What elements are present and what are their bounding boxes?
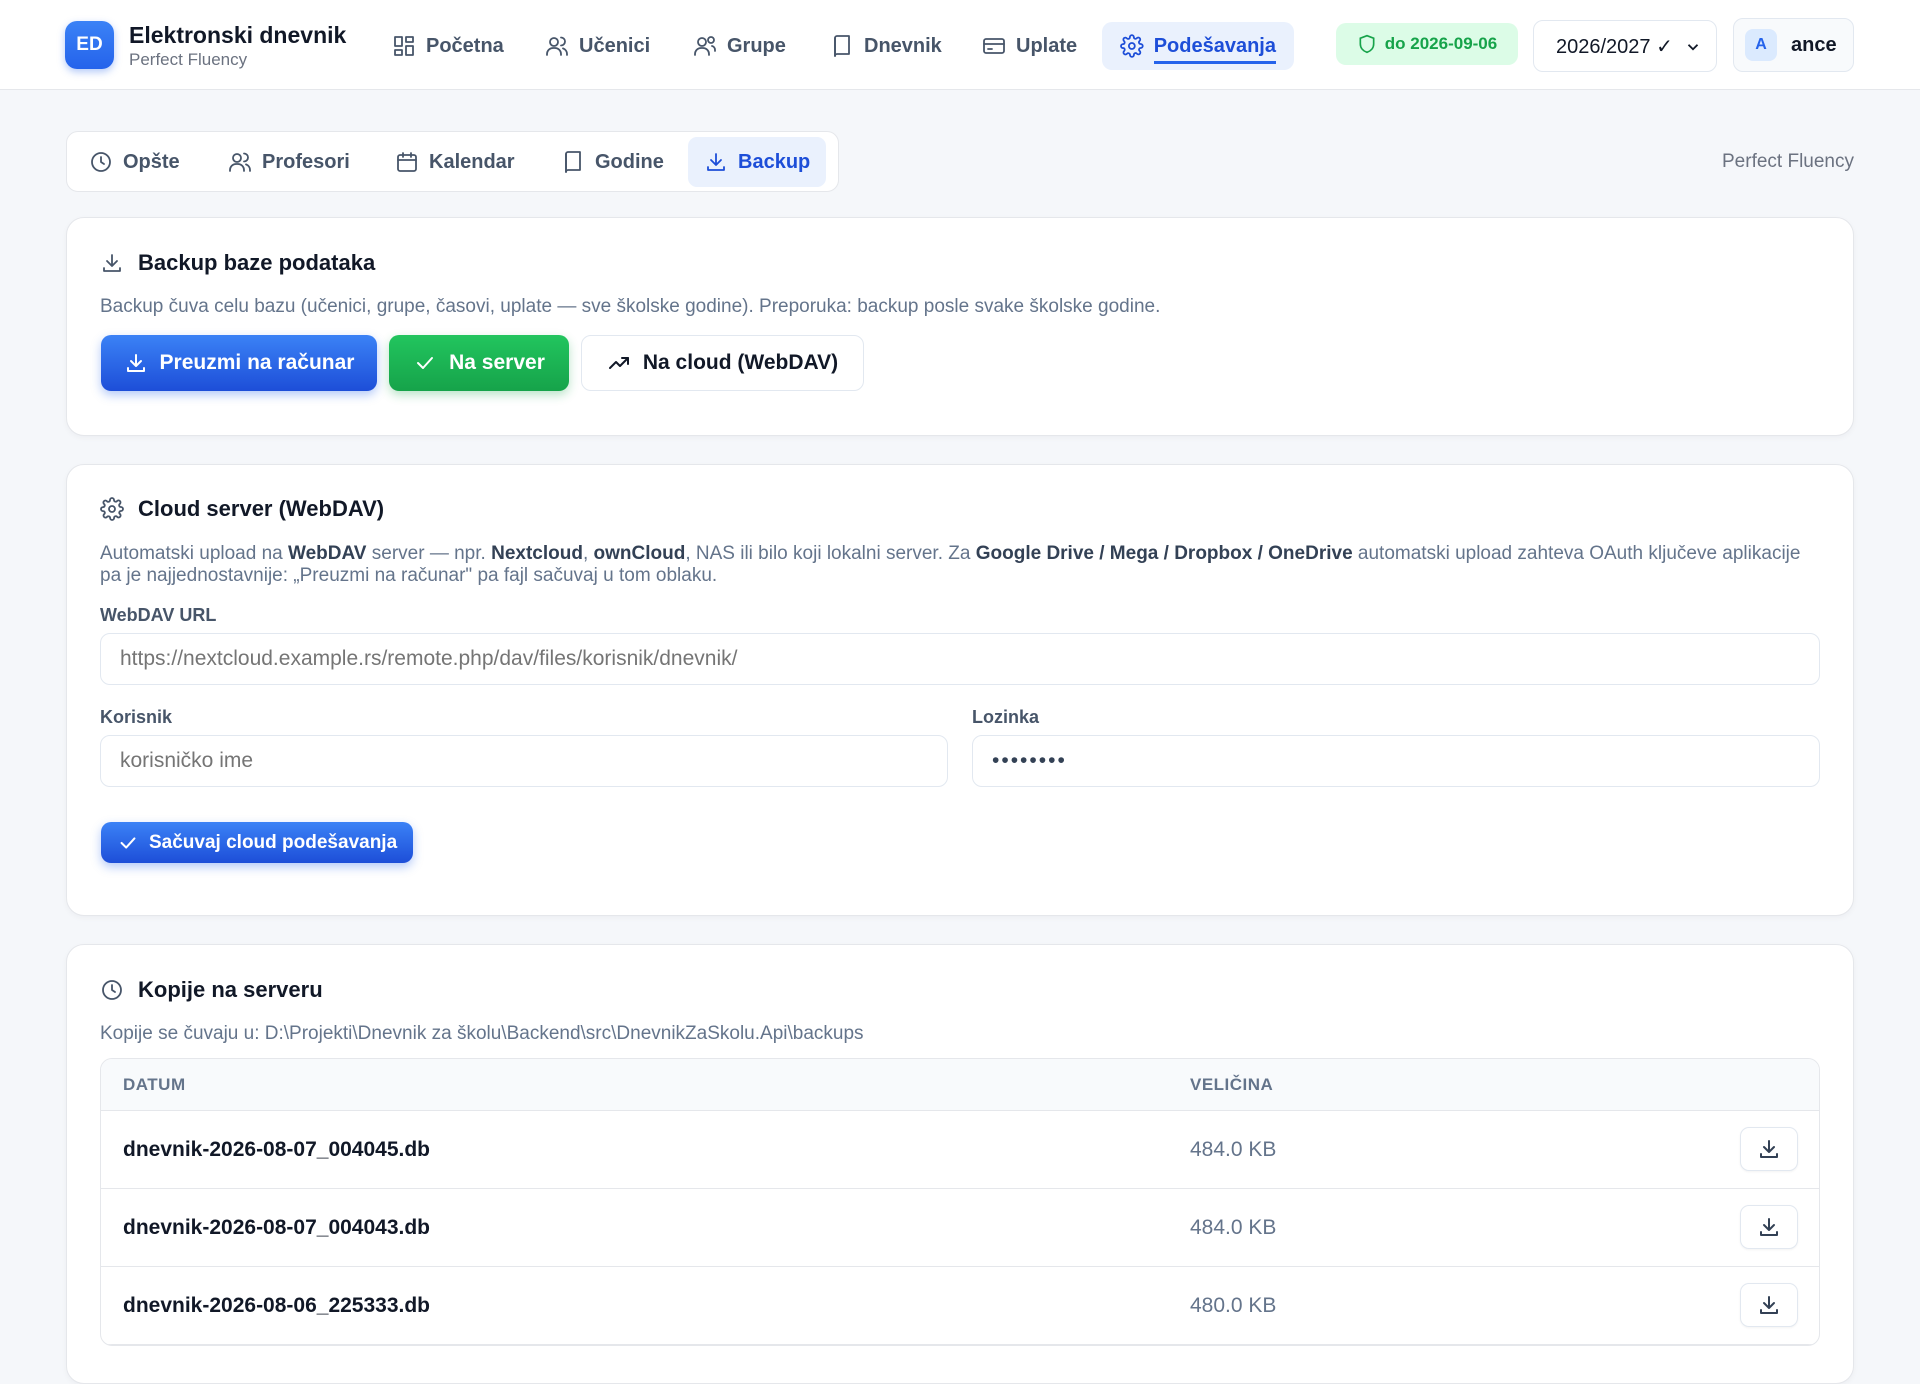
nav-label: Početna <box>426 34 504 57</box>
download-to-computer-button[interactable]: Preuzmi na računar <box>101 335 377 391</box>
app-logo[interactable]: ED <box>65 21 114 69</box>
tab-kalendar[interactable]: Kalendar <box>379 137 531 187</box>
user-menu[interactable]: A ance <box>1733 18 1854 72</box>
users-icon <box>229 152 251 172</box>
license-badge: do 2026-09-06 <box>1336 23 1518 65</box>
nav-item-ucenici[interactable]: Učenici <box>527 22 668 70</box>
app-title: Elektronski dnevnik <box>129 22 347 48</box>
tab-opste[interactable]: Opšte <box>73 137 196 187</box>
backup-card-title: Backup baze podataka <box>100 250 375 276</box>
tab-label: Godine <box>595 150 664 173</box>
clock-icon <box>102 980 122 1000</box>
backup-table: DATUM VELIČINA dnevnik-2026-08-07_004045… <box>100 1058 1820 1346</box>
cloud-card: Cloud server (WebDAV) Automatski upload … <box>66 464 1854 916</box>
backup-file-name: dnevnik-2026-08-07_004045.db <box>123 1138 431 1161</box>
download-backup-button[interactable] <box>1740 1283 1798 1327</box>
backup-file-size: 480.0 KB <box>1190 1294 1277 1317</box>
gear-icon <box>100 497 124 521</box>
server-copies-title: Kopije na serveru <box>100 977 323 1003</box>
table-header: DATUM VELIČINA <box>101 1059 1819 1111</box>
table-row: dnevnik-2026-08-07_004043.db 484.0 KB <box>101 1189 1819 1267</box>
backup-file-name: dnevnik-2026-08-06_225333.db <box>123 1294 431 1317</box>
backup-path: Kopije se čuvaju u: D:\Projekti\Dnevnik … <box>100 1023 864 1044</box>
clock-icon <box>91 152 111 172</box>
server-copies-card: Kopije na serveru Kopije se čuvaju u: D:… <box>66 944 1854 1384</box>
gear-icon <box>1120 34 1144 58</box>
download-icon <box>707 153 725 171</box>
tab-godine[interactable]: Godine <box>545 137 680 187</box>
nav-item-uplate[interactable]: Uplate <box>964 22 1095 70</box>
nav-label: Uplate <box>1016 34 1078 57</box>
column-date: DATUM <box>123 1075 186 1094</box>
chevron-down-icon <box>1687 44 1699 51</box>
avatar: A <box>1745 29 1777 61</box>
tab-profesori[interactable]: Profesori <box>212 137 366 187</box>
settings-tabs: Opšte Profesori Kalendar Godine Backup <box>66 131 839 192</box>
table-row: dnevnik-2026-08-06_225333.db 480.0 KB <box>101 1267 1819 1345</box>
cloud-description: Automatski upload na WebDAV server — npr… <box>100 543 1801 586</box>
trending-up-icon <box>608 357 629 369</box>
top-bar: ED Elektronski dnevnik Perfect Fluency P… <box>0 0 1920 90</box>
webdav-url-input[interactable] <box>100 633 1820 685</box>
backup-to-cloud-button[interactable]: Na cloud (WebDAV) <box>581 335 864 391</box>
users-icon <box>546 36 568 56</box>
download-backup-button[interactable] <box>1740 1205 1798 1249</box>
nav-label: Učenici <box>579 34 651 57</box>
nav-item-podesavanja[interactable]: Podešavanja <box>1102 22 1294 70</box>
backup-file-name: dnevnik-2026-08-07_004043.db <box>123 1216 431 1239</box>
download-icon <box>1760 1140 1778 1158</box>
backup-description: Backup čuva celu bazu (učenici, grupe, č… <box>100 296 1161 317</box>
school-year-value: 2026/2027 ✓ <box>1556 35 1673 58</box>
tab-label: Kalendar <box>429 150 515 173</box>
password-label: Lozinka <box>972 707 1040 727</box>
nav-label: Dnevnik <box>864 34 942 57</box>
license-badge-text: do 2026-09-06 <box>1384 34 1498 53</box>
nav-item-grupe[interactable]: Grupe <box>675 22 804 70</box>
download-backup-button[interactable] <box>1740 1127 1798 1171</box>
nav-label: Grupe <box>727 34 786 57</box>
tab-backup[interactable]: Backup <box>688 137 827 187</box>
shield-icon <box>1359 34 1375 54</box>
backup-file-size: 484.0 KB <box>1190 1216 1277 1239</box>
book-icon <box>565 151 581 173</box>
app-subtitle: Perfect Fluency <box>129 50 248 69</box>
book-icon <box>834 35 850 57</box>
nav-item-dnevnik[interactable]: Dnevnik <box>812 22 960 70</box>
download-icon <box>103 254 121 272</box>
tab-label: Profesori <box>262 150 350 173</box>
school-year-select[interactable]: 2026/2027 ✓ <box>1533 20 1717 72</box>
backup-card: Backup baze podataka Backup čuva celu ba… <box>66 217 1854 436</box>
webdav-url-label: WebDAV URL <box>100 605 217 625</box>
username-input[interactable] <box>100 735 948 787</box>
cloud-card-title: Cloud server (WebDAV) <box>100 496 384 522</box>
column-size: VELIČINA <box>1190 1075 1274 1094</box>
organization-name: Perfect Fluency <box>1722 151 1854 172</box>
username-label: Korisnik <box>100 707 173 727</box>
save-cloud-settings-button[interactable]: Sačuvaj cloud podešavanja <box>101 822 414 863</box>
nav-item-pocetna[interactable]: Početna <box>374 22 522 70</box>
calendar-icon <box>397 152 417 172</box>
check-icon <box>417 357 434 369</box>
backup-file-size: 484.0 KB <box>1190 1138 1277 1161</box>
tab-label: Opšte <box>123 150 180 173</box>
backup-to-server-button[interactable]: Na server <box>389 335 569 391</box>
check-icon <box>120 836 136 849</box>
download-icon <box>126 354 145 372</box>
dashboard-icon <box>394 36 414 56</box>
tab-label: Backup <box>738 150 811 173</box>
table-row: dnevnik-2026-08-07_004045.db 484.0 KB <box>101 1111 1819 1189</box>
user-name: ance <box>1791 33 1837 56</box>
users-group-icon <box>694 36 716 56</box>
download-icon <box>1760 1218 1778 1236</box>
download-icon <box>1760 1296 1778 1314</box>
credit-card-icon <box>983 38 1005 54</box>
nav-label: Podešavanja <box>1153 35 1276 64</box>
password-input[interactable] <box>972 735 1820 787</box>
